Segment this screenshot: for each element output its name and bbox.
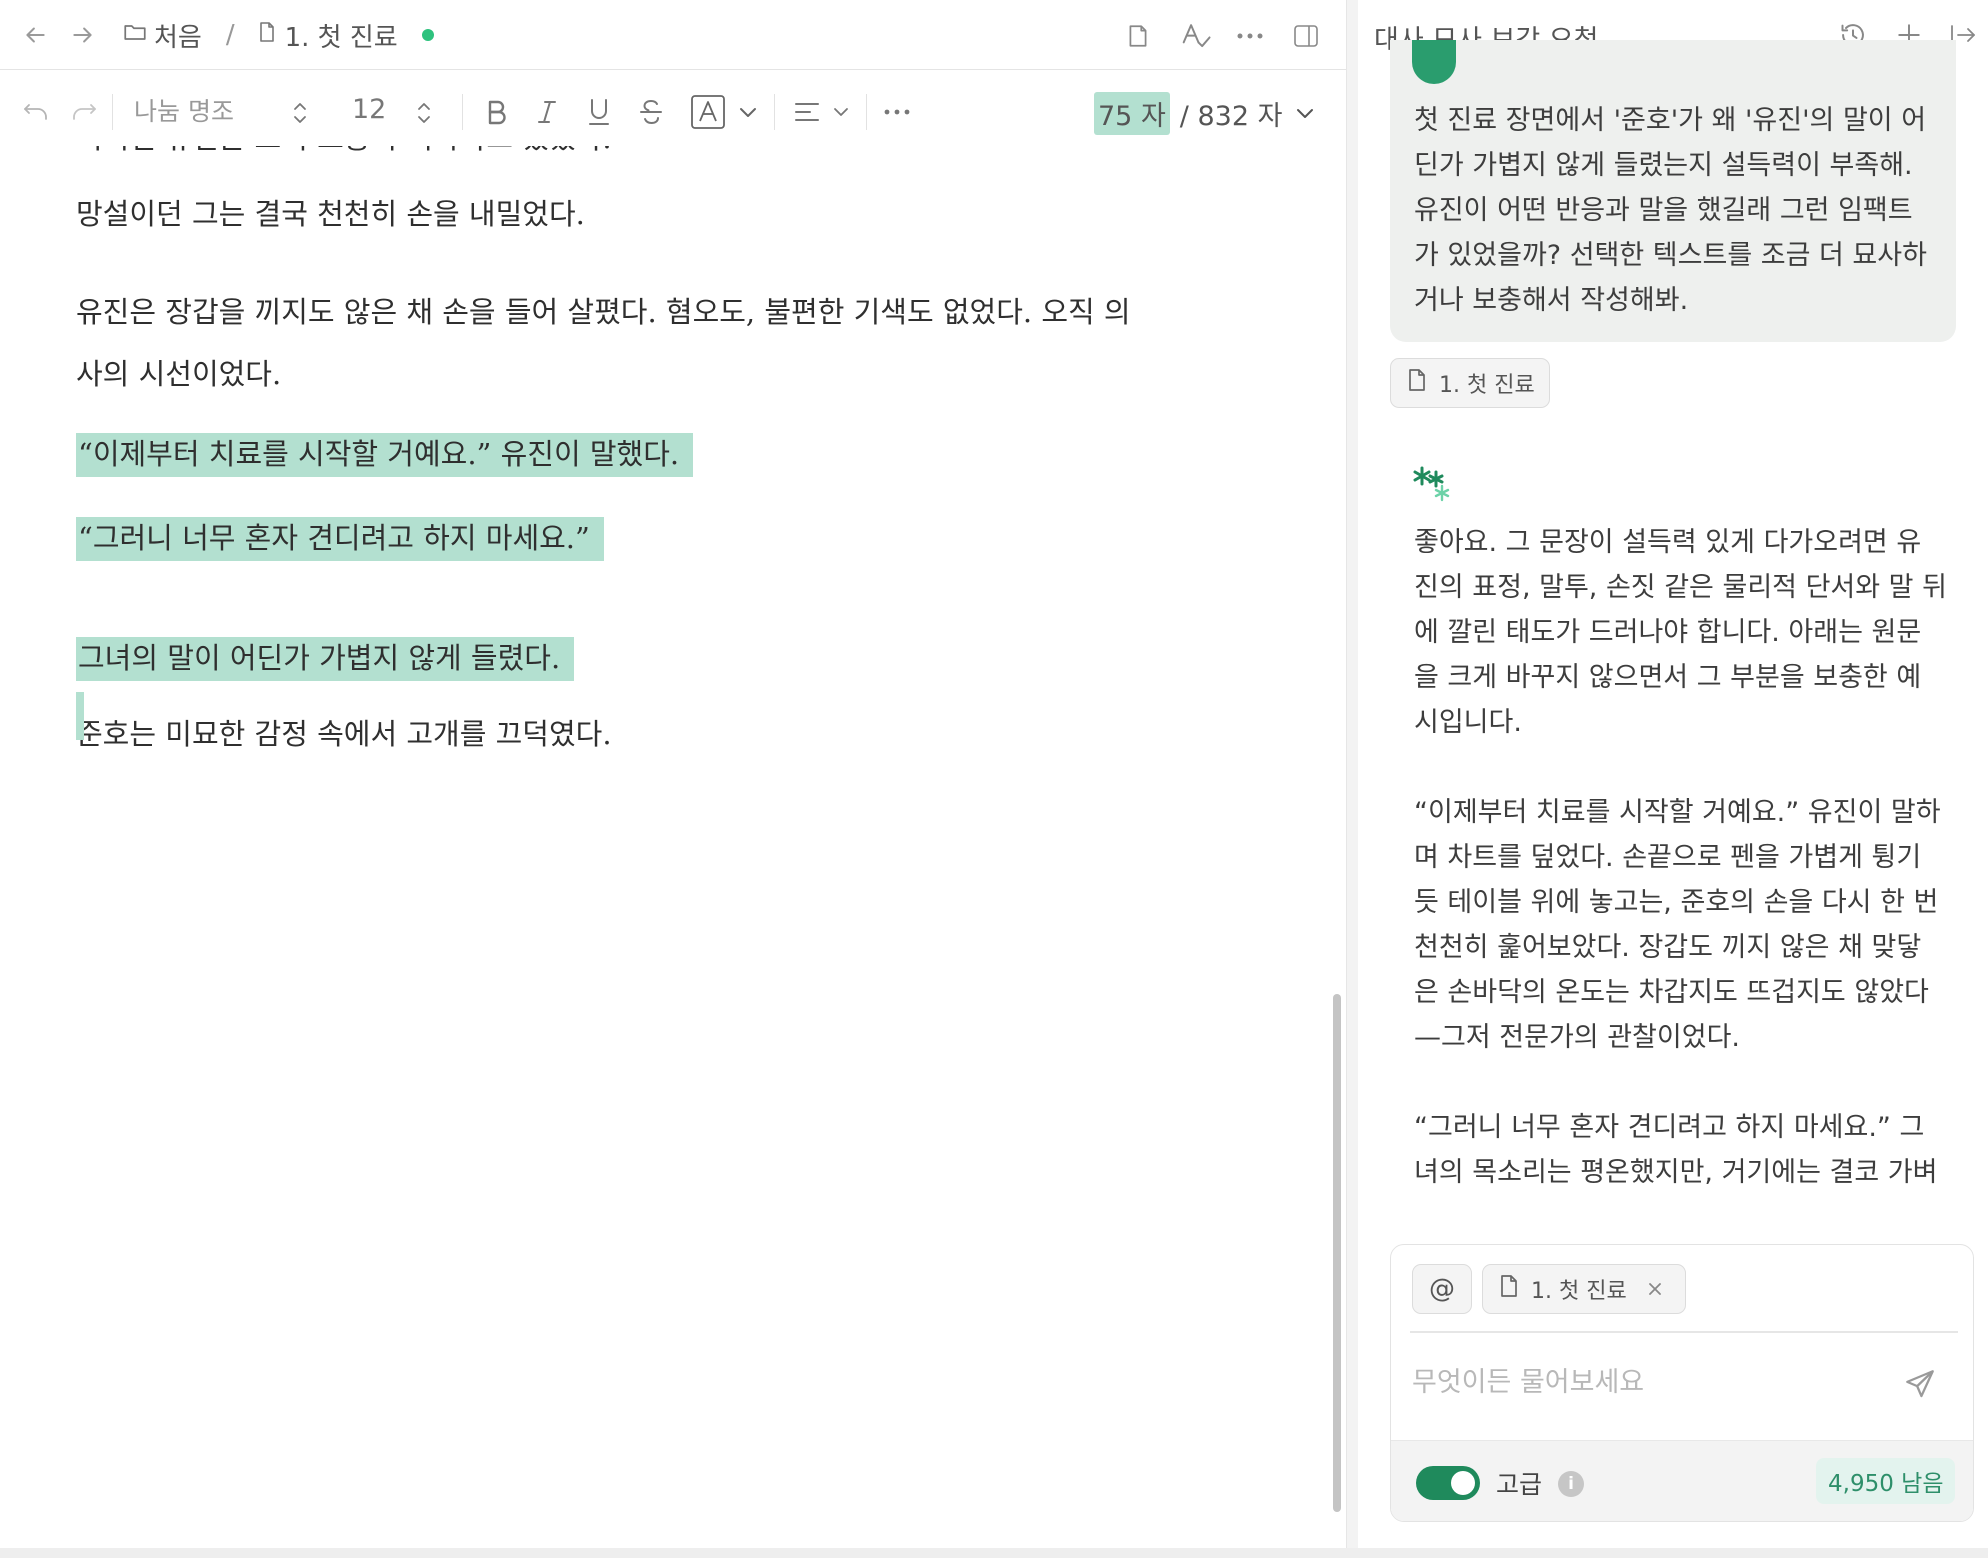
context-document-label: 1. 첫 진료 xyxy=(1531,1279,1627,1304)
assistant-reply-line: 진의 표정, 말투, 손짓 같은 물리적 단서와 말 뒤 xyxy=(1414,572,1947,603)
selected-text: “이제부터 치료를 시작할 거예요.” 유진이 말했다. xyxy=(76,433,694,477)
toggle-sidebar-icon[interactable] xyxy=(1290,20,1322,52)
assistant-reply-line: —그저 전문가의 관찰이었다. xyxy=(1414,1022,1740,1053)
folder-icon xyxy=(122,19,148,52)
remaining-credits-badge: 4,950 남음 xyxy=(1816,1458,1956,1504)
assistant-reply-line: 을 크게 바꾸지 않으면서 그 부분을 보충한 예 xyxy=(1414,662,1922,693)
assistant-reply-line: 은 손바닥의 온도는 차갑지도 뜨겁지도 않았다 xyxy=(1414,977,1929,1008)
strikethrough-icon[interactable] xyxy=(634,94,668,130)
breadcrumb-document[interactable]: 1. 첫 진료 xyxy=(255,17,398,54)
document-icon xyxy=(255,19,279,52)
user-message-line: 가 있었을까? 선택한 텍스트를 조금 더 묘사하 xyxy=(1414,240,1927,271)
document-body[interactable]: 이지킨 유진은 조지 보충이 거나다고 있었다. 망설이던 그는 결국 천천히 … xyxy=(0,146,1330,1558)
composer-divider xyxy=(1410,1331,1958,1333)
selected-text: 그녀의 말이 어딘가 가볍지 않게 들렸다. xyxy=(76,637,575,681)
char-count-dropdown-icon xyxy=(1296,107,1314,119)
align-icon[interactable] xyxy=(790,96,824,128)
breadcrumb-separator: / xyxy=(225,20,235,50)
underline-icon[interactable] xyxy=(582,94,616,130)
note-icon[interactable] xyxy=(1122,20,1154,52)
assistant-reply-line: “이제부터 치료를 시작할 거예요.” 유진이 말하 xyxy=(1414,797,1941,828)
redo-icon[interactable] xyxy=(68,96,100,128)
selected-text-line: “그러니 너무 혼자 견디려고 하지 마세요.” xyxy=(76,516,604,561)
mention-symbol: @ xyxy=(1429,1274,1455,1304)
selected-text-line: 그녀의 말이 어딘가 가볍지 않게 들렸다. xyxy=(76,636,575,681)
paragraph-line: 사의 시선이었다. xyxy=(76,357,282,391)
user-message-line: 딘가 가볍지 않게 들렸는지 설득력이 부족해. xyxy=(1414,150,1913,181)
character-count[interactable]: 75 자 / 832 자 xyxy=(1094,91,1314,135)
breadcrumb-folder-label: 처음 xyxy=(154,22,202,53)
total-char-count: / 832 자 xyxy=(1179,100,1283,132)
context-document-chip[interactable]: 1. 첫 진료 xyxy=(1482,1264,1686,1314)
editor-pane: 처음 / 1. 첫 진료 나눔 명조 12 75 자 / 832 자 망설이던 … xyxy=(0,0,1346,1558)
toolbar-divider xyxy=(112,94,113,130)
paragraph: 준호는 미묘한 감정 속에서 고개를 끄덕였다. xyxy=(76,717,612,751)
attached-document-label: 1. 첫 진료 xyxy=(1439,373,1535,398)
italic-icon[interactable] xyxy=(530,94,564,130)
spellcheck-icon[interactable] xyxy=(1178,18,1214,52)
breadcrumb-folder[interactable]: 처음 xyxy=(122,17,202,54)
saved-status-dot xyxy=(421,29,434,41)
assistant-reply-line: 에 깔린 태도가 드러나야 합니다. 아래는 원문 xyxy=(1414,617,1922,648)
font-size-value[interactable]: 12 xyxy=(352,94,386,125)
bold-icon[interactable] xyxy=(480,94,514,130)
assistant-reply-line: 듯 테이블 위에 놓고는, 준호의 손을 다시 한 번 xyxy=(1414,887,1939,918)
back-arrow-icon[interactable] xyxy=(20,20,50,50)
paragraph-line: 유진은 장갑을 끼지도 않은 채 손을 들어 살폈다. 혐오도, 불편한 기색도… xyxy=(76,295,1131,329)
advanced-mode-toggle[interactable] xyxy=(1416,1466,1480,1500)
mention-button[interactable]: @ xyxy=(1412,1264,1472,1314)
editor-scrollbar-thumb[interactable] xyxy=(1333,994,1341,1512)
font-size-stepper-icon[interactable] xyxy=(410,96,438,130)
selected-char-count: 75 자 xyxy=(1094,91,1170,135)
font-family-stepper-icon[interactable] xyxy=(286,96,314,130)
assistant-reply-line: “그러니 너무 혼자 견디려고 하지 마세요.” 그 xyxy=(1414,1112,1925,1143)
toolbar-divider xyxy=(774,94,775,130)
info-icon[interactable]: i xyxy=(1558,1471,1584,1497)
toolbar-divider xyxy=(462,94,463,130)
font-family-select[interactable]: 나눔 명조 xyxy=(134,92,234,128)
send-icon[interactable] xyxy=(1900,1364,1940,1404)
text-color-dropdown-icon[interactable] xyxy=(736,98,760,126)
breadcrumb: 처음 / 1. 첫 진료 xyxy=(122,14,434,56)
paragraph-cut-off: 이지킨 유진은 조지 보충이 거나다고 있었다. xyxy=(76,146,612,160)
user-message-line: 유진이 어떤 반응과 말을 했길래 그런 임팩트 xyxy=(1414,195,1913,226)
user-message-line: 거나 보충해서 작성해봐. xyxy=(1414,285,1689,316)
attached-document-chip[interactable]: 1. 첫 진료 xyxy=(1390,358,1550,408)
assistant-panel: 대사 묘사 보강 요청 첫 진료 장면에서 '준호'가 왜 '유진'의 말이 어… xyxy=(1358,0,1988,1558)
undo-icon[interactable] xyxy=(20,96,52,128)
chat-fade-overlay xyxy=(1390,1186,1956,1212)
user-message-line: 첫 진료 장면에서 '준호'가 왜 '유진'의 말이 어 xyxy=(1414,105,1927,136)
assistant-reply-line: 며 차트를 덮었다. 손끝으로 펜을 가볍게 튕기 xyxy=(1414,842,1922,873)
toolbar-more-icon[interactable] xyxy=(880,100,914,124)
document-icon xyxy=(1407,368,1427,398)
forward-arrow-icon[interactable] xyxy=(68,20,98,50)
document-icon xyxy=(1499,1274,1519,1304)
assistant-reply-line: 좋아요. 그 문장이 설득력 있게 다가오려면 유 xyxy=(1414,527,1922,558)
window-bottom-edge xyxy=(0,1548,1988,1558)
assistant-logo-icon xyxy=(1412,464,1458,508)
user-avatar xyxy=(1412,40,1456,84)
selection-highlight-gap xyxy=(76,692,84,740)
breadcrumb-document-label: 1. 첫 진료 xyxy=(284,22,398,53)
toolbar-divider xyxy=(866,94,867,130)
text-color-icon[interactable] xyxy=(688,92,728,132)
more-options-icon[interactable] xyxy=(1234,20,1266,52)
align-dropdown-icon[interactable] xyxy=(830,100,852,124)
pane-divider[interactable] xyxy=(1346,0,1358,1558)
selected-text-line: “이제부터 치료를 시작할 거예요.” 유진이 말했다. xyxy=(76,432,694,477)
remove-chip-icon[interactable] xyxy=(1647,1281,1663,1297)
selected-text: “그러니 너무 혼자 견디려고 하지 마세요.” xyxy=(76,517,604,561)
assistant-reply-line: 시입니다. xyxy=(1414,707,1522,738)
editor-top-bar: 처음 / 1. 첫 진료 xyxy=(0,0,1346,70)
assistant-reply-line: 천천히 훑어보았다. 장갑도 끼지 않은 채 맞닿 xyxy=(1414,932,1922,963)
ask-input[interactable] xyxy=(1412,1360,1882,1404)
advanced-mode-label: 고급 xyxy=(1496,1470,1543,1499)
paragraph: 망설이던 그는 결국 천천히 손을 내밀었다. xyxy=(76,197,585,231)
